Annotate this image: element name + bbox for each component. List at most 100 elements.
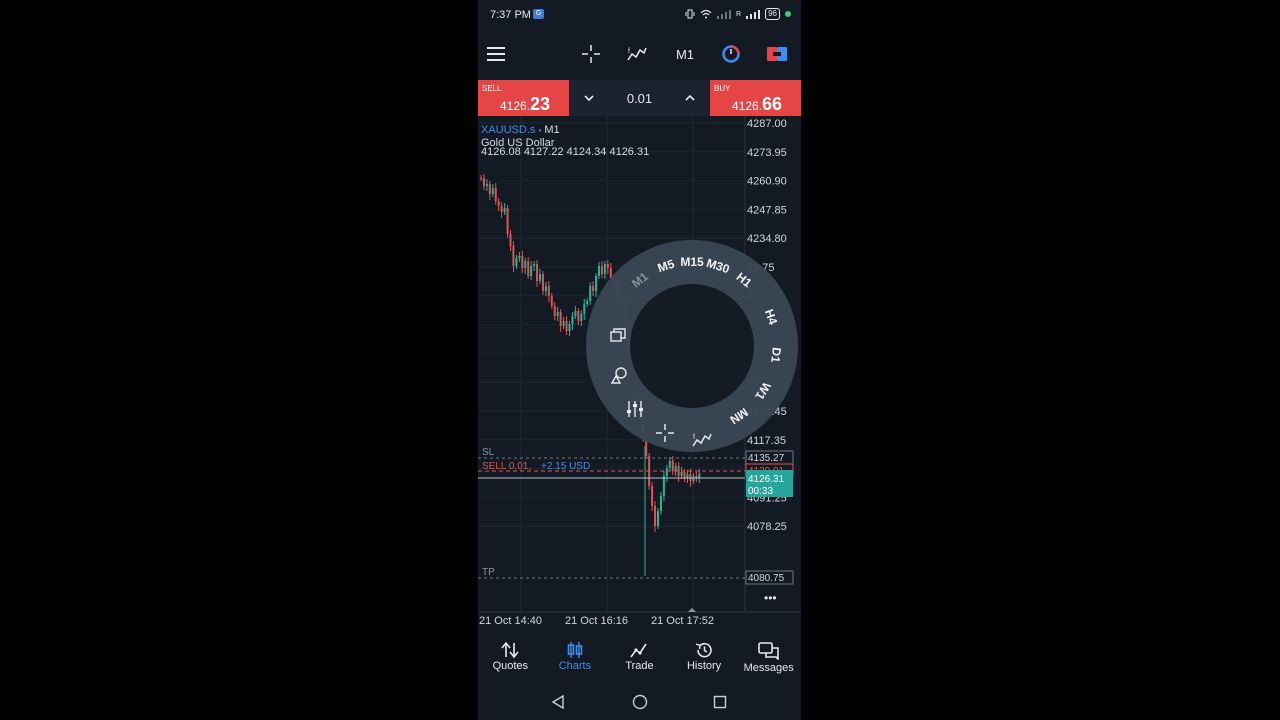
back-icon[interactable] bbox=[551, 694, 565, 710]
more-menu-button[interactable]: ••• bbox=[764, 591, 777, 605]
candle-body bbox=[668, 461, 671, 468]
recents-icon[interactable] bbox=[713, 694, 727, 710]
buy-price-prefix: 4126. bbox=[732, 99, 763, 113]
candle-body bbox=[559, 312, 562, 326]
clock-gauge-icon bbox=[722, 45, 740, 63]
timeframe-option-m15[interactable]: M15 bbox=[680, 255, 703, 269]
candle-body bbox=[683, 472, 686, 478]
wifi-icon bbox=[700, 9, 712, 19]
candle-body bbox=[485, 184, 488, 186]
candle-body bbox=[530, 266, 533, 276]
candle-body bbox=[659, 496, 662, 511]
buy-button[interactable]: BUY 4126.66 bbox=[710, 80, 801, 116]
candle-body bbox=[539, 274, 541, 281]
nav-charts[interactable]: Charts bbox=[543, 634, 608, 684]
candle-body bbox=[671, 461, 674, 471]
candle-body bbox=[698, 474, 701, 478]
candle-body bbox=[565, 321, 568, 331]
roaming-indicator: R bbox=[736, 10, 742, 18]
candle-body bbox=[654, 506, 657, 526]
price-tick-label: 4247.85 bbox=[747, 204, 787, 216]
chart-symbol: XAUUSD.s bbox=[481, 124, 536, 136]
chevron-up-icon[interactable] bbox=[684, 94, 696, 102]
position-pl: +2.15 USD bbox=[541, 461, 590, 472]
sell-button[interactable]: SELL 4126.23 bbox=[478, 80, 569, 116]
candle-body bbox=[500, 206, 503, 212]
chevron-down-icon[interactable] bbox=[583, 94, 595, 102]
one-click-trading-button[interactable] bbox=[716, 32, 746, 76]
candle-body bbox=[553, 306, 556, 316]
candle-body bbox=[562, 321, 565, 326]
tp-label: TP bbox=[482, 567, 495, 578]
nav-history-label: History bbox=[686, 660, 722, 672]
battery-level: 96 bbox=[765, 8, 780, 20]
candle-body bbox=[518, 256, 521, 258]
trade-ticket-icon bbox=[767, 47, 787, 61]
wheel-center bbox=[630, 284, 754, 408]
candle-body bbox=[524, 261, 527, 268]
nav-messages[interactable]: Messages bbox=[736, 634, 801, 684]
candle-body bbox=[480, 178, 482, 179]
price-chart[interactable]: 4287.004273.954260.904247.854234.8021.75… bbox=[478, 116, 801, 634]
candle-body bbox=[503, 208, 506, 212]
sell-price: 4126.23 bbox=[500, 94, 550, 115]
candle-body bbox=[544, 286, 547, 291]
crosshair-icon bbox=[582, 45, 600, 63]
indicators-button[interactable]: f bbox=[622, 32, 652, 76]
svg-text:f: f bbox=[693, 434, 695, 441]
signal-icon bbox=[746, 10, 761, 19]
candle-body bbox=[482, 178, 485, 186]
lot-size-control: 0.01 bbox=[569, 80, 710, 116]
candle-body bbox=[527, 261, 530, 276]
nav-trade[interactable]: Trade bbox=[607, 634, 672, 684]
nav-messages-label: Messages bbox=[743, 662, 794, 674]
sell-label: SELL bbox=[482, 84, 502, 93]
timeframe-option-d1[interactable]: D1 bbox=[768, 346, 784, 363]
chart-symbol-line: XAUUSD.s • M1 bbox=[481, 124, 560, 136]
home-icon[interactable] bbox=[632, 694, 648, 710]
status-time: 7:37 PM bbox=[490, 9, 531, 21]
chart-timeframe: M1 bbox=[544, 124, 560, 136]
crosshair-button[interactable] bbox=[576, 32, 606, 76]
price-tick-label: 4260.90 bbox=[747, 176, 787, 188]
indicator-wave-icon: f bbox=[627, 47, 647, 61]
scroll-marker bbox=[688, 608, 696, 612]
sliders-icon bbox=[627, 401, 643, 417]
shapes-icon bbox=[610, 367, 627, 384]
candle-body bbox=[521, 256, 524, 268]
candle-body bbox=[662, 476, 665, 496]
chart-ohlc: 4126.08 4127.22 4124.34 4126.31 bbox=[481, 146, 650, 158]
candle-body bbox=[556, 312, 559, 316]
candle-body bbox=[665, 468, 668, 476]
candle-body bbox=[568, 324, 571, 331]
lot-size-value[interactable]: 0.01 bbox=[627, 91, 652, 106]
candle-body bbox=[680, 472, 683, 476]
svg-text:f: f bbox=[628, 48, 630, 55]
candle-body bbox=[547, 286, 550, 296]
candle-body bbox=[577, 311, 580, 321]
nav-trade-label: Trade bbox=[625, 660, 654, 672]
timeframe-button[interactable]: M1 bbox=[670, 32, 700, 76]
candle-body bbox=[550, 296, 553, 306]
nav-quotes-label: Quotes bbox=[492, 660, 529, 672]
nav-history[interactable]: History bbox=[672, 634, 737, 684]
candle-body bbox=[651, 486, 654, 506]
time-tick-label: 21 Oct 16:16 bbox=[565, 615, 628, 627]
buy-label: BUY bbox=[714, 84, 731, 93]
chat-icon bbox=[757, 642, 779, 660]
candle-body bbox=[686, 474, 689, 478]
new-order-button[interactable] bbox=[762, 32, 792, 76]
candle-body bbox=[674, 466, 677, 471]
candle-body bbox=[512, 246, 515, 266]
candle-body bbox=[657, 511, 659, 526]
price-tick-label: 4287.00 bbox=[747, 118, 787, 130]
price-tick-label: 4078.25 bbox=[747, 521, 787, 533]
tp-price: 4080.75 bbox=[748, 573, 785, 584]
status-indicators: R 96 bbox=[685, 8, 791, 20]
candle-body bbox=[574, 311, 577, 316]
candle-body bbox=[509, 234, 512, 246]
chart-toolbar: f M1 bbox=[478, 32, 801, 76]
sort-arrows-icon bbox=[501, 642, 519, 658]
menu-button[interactable] bbox=[478, 32, 514, 76]
nav-quotes[interactable]: Quotes bbox=[478, 634, 543, 684]
